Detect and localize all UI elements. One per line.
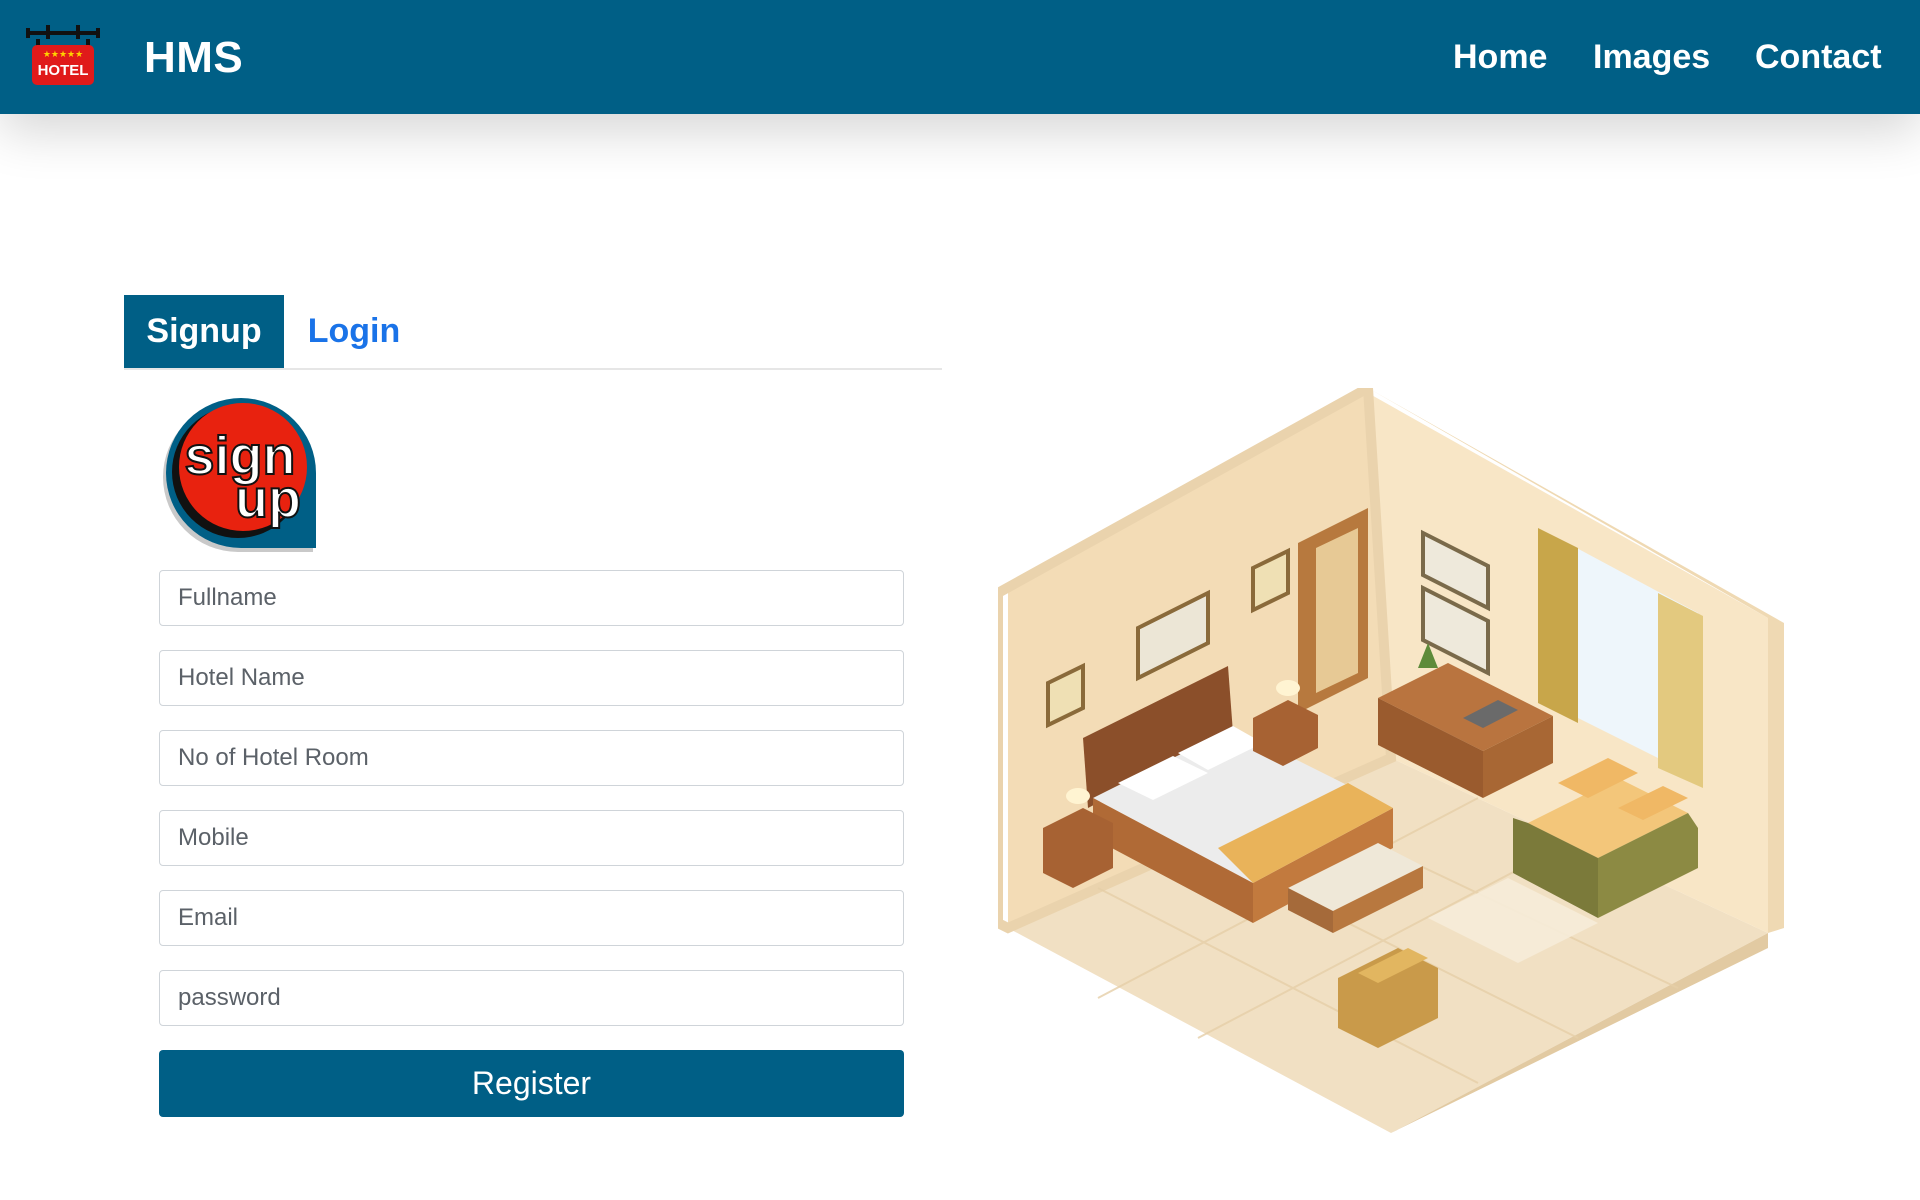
brand-title[interactable]: HMS xyxy=(144,33,243,83)
mobile-input[interactable] xyxy=(159,810,904,866)
password-input[interactable] xyxy=(159,970,904,1026)
hotel-room-illustration xyxy=(998,388,1784,1133)
hotel-name-input[interactable] xyxy=(159,650,904,706)
svg-text:up: up xyxy=(235,469,301,529)
signup-badge-icon: sign up xyxy=(163,398,316,552)
register-button[interactable]: Register xyxy=(159,1050,904,1117)
email-input[interactable] xyxy=(159,890,904,946)
navbar: ★★★★★ HOTEL HMS Home Images Contact xyxy=(0,0,1920,114)
nav-images-link[interactable]: Images xyxy=(1593,38,1710,77)
hotel-logo-icon[interactable]: ★★★★★ HOTEL xyxy=(26,25,100,87)
nav-home-link[interactable]: Home xyxy=(1453,38,1547,77)
tab-login[interactable]: Login xyxy=(284,295,424,368)
svg-text:HOTEL: HOTEL xyxy=(38,62,89,79)
hotel-rooms-input[interactable] xyxy=(159,730,904,786)
tab-signup[interactable]: Signup xyxy=(124,295,284,368)
auth-tabs: Signup Login xyxy=(124,295,942,370)
nav-contact-link[interactable]: Contact xyxy=(1755,38,1882,77)
fullname-input[interactable] xyxy=(159,570,904,626)
svg-text:★★★★★: ★★★★★ xyxy=(43,50,83,60)
